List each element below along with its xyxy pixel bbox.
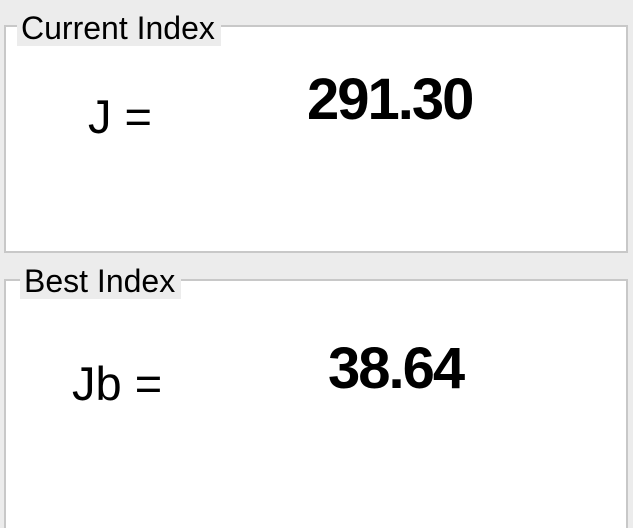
current-index-title: Current Index bbox=[17, 10, 221, 46]
j-label: J = bbox=[88, 90, 153, 143]
jb-label: Jb = bbox=[72, 357, 163, 410]
j-value: 291.30 bbox=[307, 67, 474, 132]
best-index-title: Best Index bbox=[20, 263, 182, 299]
jb-value: 38.64 bbox=[328, 336, 465, 401]
